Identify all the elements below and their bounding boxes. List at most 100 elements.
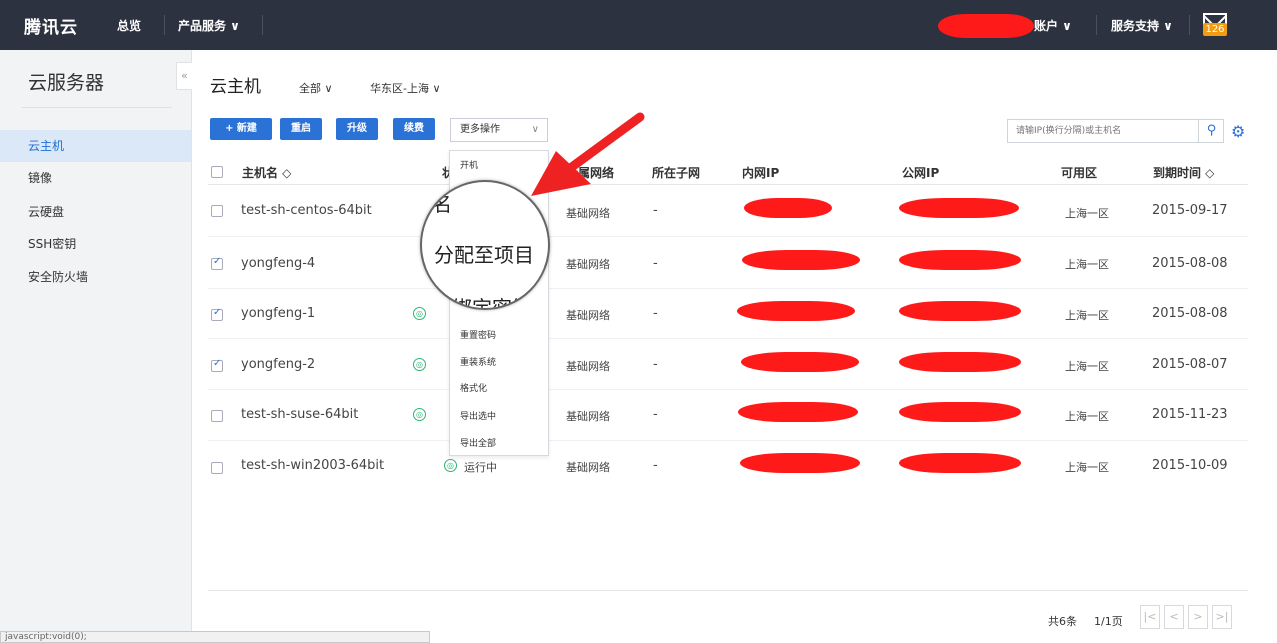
logo-text: 腾讯云 — [24, 17, 78, 38]
row-checkbox[interactable] — [211, 205, 223, 217]
header-zone: 可用区 — [1061, 166, 1098, 180]
menu-item-export-all[interactable]: 导出全部 — [460, 436, 496, 449]
sidebar: 云服务器 « 云主机 镜像 云硬盘 SSH密钥 安全防火墙 — [0, 50, 192, 641]
redacted-public-ip — [899, 198, 1019, 218]
more-actions-dropdown[interactable]: 更多操作 ∨ — [450, 118, 548, 142]
menu-item-start[interactable]: 开机 — [460, 158, 478, 171]
row-checkbox[interactable] — [211, 307, 223, 321]
header-public-ip: 公网IP — [902, 166, 940, 180]
menu-item-export-selected[interactable]: 导出选中 — [460, 409, 496, 422]
network-cell: 基础网络 — [566, 360, 610, 373]
sidebar-item-firewall[interactable]: 安全防火墙 — [0, 261, 191, 293]
network-cell: 基础网络 — [566, 461, 610, 474]
magnified-bind-key-text: 绑定密钥 — [452, 296, 532, 310]
next-page-button[interactable]: > — [1188, 605, 1208, 629]
filter-all-dropdown[interactable]: 全部 ∨ — [299, 80, 333, 96]
sidebar-item-disk[interactable]: 云硬盘 — [0, 196, 191, 228]
redacted-private-ip — [740, 453, 860, 473]
hostname-cell[interactable]: yongfeng-4 — [241, 256, 315, 271]
chevron-down-icon: ∨ — [531, 124, 539, 135]
sidebar-item-cvm[interactable]: 云主机 — [0, 130, 191, 162]
zone-cell: 上海一区 — [1065, 258, 1109, 271]
nav-products[interactable]: 产品服务 ∨ — [178, 17, 240, 34]
restart-button[interactable]: 重启 — [280, 118, 322, 140]
select-all-checkbox[interactable] — [211, 166, 223, 178]
expire-cell: 2015-09-17 — [1152, 203, 1228, 218]
network-cell: 基础网络 — [566, 410, 610, 423]
nav-support[interactable]: 服务支持 ∨ — [1111, 17, 1173, 34]
network-cell: 基础网络 — [566, 207, 610, 220]
redacted-public-ip — [899, 250, 1021, 270]
network-cell: 基础网络 — [566, 258, 610, 271]
upgrade-button[interactable]: 升级 — [336, 118, 378, 140]
nav-divider — [1096, 15, 1097, 35]
redacted-private-ip — [738, 402, 858, 422]
new-button[interactable]: + 新建 — [210, 118, 272, 140]
redacted-public-ip — [899, 301, 1021, 321]
magnified-assign-project-text: 分配至项目 — [434, 243, 534, 267]
row-checkbox[interactable] — [211, 358, 223, 372]
top-navbar: 腾讯云 总览 产品服务 ∨ 账户 ∨ 服务支持 ∨ 126 — [0, 0, 1277, 50]
expire-cell: 2015-08-08 — [1152, 306, 1228, 321]
menu-item-reset-password[interactable]: 重置密码 — [460, 328, 496, 341]
hostname-cell[interactable]: yongfeng-1 — [241, 306, 315, 321]
expire-cell: 2015-08-08 — [1152, 256, 1228, 271]
sidebar-item-ssh-key[interactable]: SSH密钥 — [0, 228, 191, 260]
subnet-cell: - — [653, 203, 658, 218]
search-input[interactable] — [1008, 120, 1198, 142]
nav-overview[interactable]: 总览 — [117, 17, 141, 34]
expire-cell: 2015-11-23 — [1152, 407, 1228, 422]
magnified-rename-text: 名 — [432, 192, 452, 216]
header-divider — [208, 184, 1248, 185]
redacted-public-ip — [899, 402, 1021, 422]
hostname-cell[interactable]: test-sh-centos-64bit — [241, 203, 372, 218]
sidebar-collapse-button[interactable]: « — [176, 62, 192, 90]
running-status-icon: ◎ — [413, 307, 426, 320]
row-divider — [208, 338, 1248, 339]
row-divider — [208, 288, 1248, 289]
search-icon[interactable]: ⚲ — [1198, 120, 1224, 142]
first-page-button[interactable]: |< — [1140, 605, 1160, 629]
subnet-cell: - — [653, 306, 658, 321]
zone-cell: 上海一区 — [1065, 410, 1109, 423]
subnet-cell: - — [653, 458, 658, 473]
row-checkbox[interactable] — [211, 410, 223, 422]
running-status-icon: ◎ — [413, 408, 426, 421]
filter-region-dropdown[interactable]: 华东区-上海 ∨ — [370, 80, 441, 96]
row-checkbox[interactable] — [211, 256, 223, 270]
redacted-private-ip — [741, 352, 859, 372]
nav-account[interactable]: 账户 ∨ — [1034, 17, 1072, 34]
prev-page-button[interactable]: < — [1164, 605, 1184, 629]
sidebar-item-image[interactable]: 镜像 — [0, 162, 191, 194]
hostname-cell[interactable]: test-sh-suse-64bit — [241, 407, 358, 422]
nav-divider — [164, 15, 165, 35]
browser-status-bar: javascript:void(0); — [0, 631, 430, 643]
row-checkbox[interactable] — [211, 462, 223, 474]
row-divider — [208, 440, 1248, 441]
header-network: 所属网络 — [566, 166, 615, 180]
redacted-username — [938, 14, 1034, 38]
row-divider — [208, 389, 1248, 390]
redacted-private-ip — [737, 301, 855, 321]
page-title: 云主机 — [210, 77, 261, 97]
header-expire[interactable]: 到期时间 ◇ — [1153, 164, 1214, 181]
subnet-cell: - — [653, 407, 658, 422]
expire-cell: 2015-08-07 — [1152, 357, 1228, 372]
renew-button[interactable]: 续费 — [393, 118, 435, 140]
running-status-icon: ◎ — [413, 358, 426, 371]
subnet-cell: - — [653, 357, 658, 372]
header-hostname[interactable]: 主机名 ◇ — [242, 164, 291, 181]
last-page-button[interactable]: >| — [1212, 605, 1232, 629]
status-cell: 运行中 — [464, 461, 497, 474]
header-subnet: 所在子网 — [652, 166, 701, 180]
menu-item-format[interactable]: 格式化 — [460, 381, 487, 394]
nav-divider — [1189, 15, 1190, 35]
sidebar-title: 云服务器 — [28, 72, 105, 94]
hostname-cell[interactable]: test-sh-win2003-64bit — [241, 458, 384, 473]
menu-item-reinstall[interactable]: 重装系统 — [460, 355, 496, 368]
logo[interactable]: 腾讯云 — [24, 13, 78, 38]
row-divider — [208, 236, 1248, 237]
gear-icon[interactable]: ⚙ — [1231, 122, 1245, 141]
hostname-cell[interactable]: yongfeng-2 — [241, 357, 315, 372]
expire-cell: 2015-10-09 — [1152, 458, 1228, 473]
